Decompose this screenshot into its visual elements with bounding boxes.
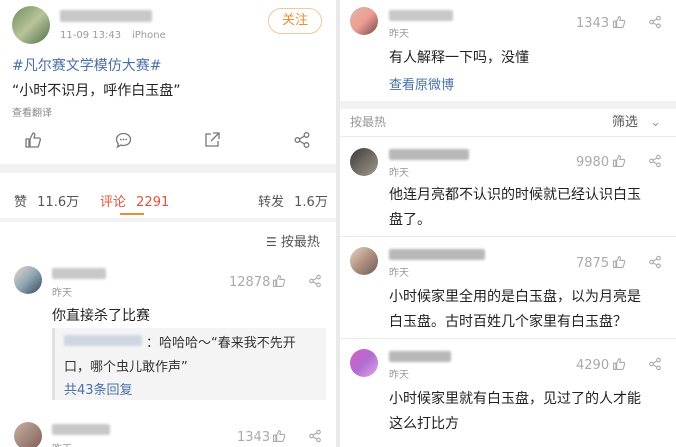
likes-stat[interactable]: 赞 11.6万	[14, 191, 79, 210]
reply-author-redacted	[64, 335, 142, 346]
comment-share-icon[interactable]	[308, 274, 322, 288]
comment-like-icon[interactable]	[272, 429, 286, 443]
post-device: iPhone	[132, 30, 166, 41]
comment-like-count: 7875	[576, 256, 610, 271]
filter-dropdown[interactable]: 筛选 ⌄	[612, 111, 661, 130]
comment-share-icon[interactable]	[308, 429, 322, 443]
sort-label: 按最热	[280, 235, 320, 250]
comment-text-line1: 他连月亮都不认识的时候就已经认识白玉	[389, 187, 641, 203]
comment-time: 昨天	[52, 440, 72, 447]
share-out-icon[interactable]	[203, 131, 221, 149]
comment-text-line2: 白玉盘。古时百姓几个家里有白玉盘？	[389, 314, 627, 330]
author-avatar[interactable]	[12, 6, 50, 44]
comment-time: 昨天	[389, 370, 409, 381]
post-content: “小时不识月，呼作白玉盘”	[12, 83, 181, 99]
divider	[340, 338, 676, 339]
commenter-name-redacted	[389, 351, 451, 362]
comment-detail-panel: 昨天 1343 有人解释一下吗，没懂 查看原微博 按最热 筛选 ⌄ 昨天 998…	[340, 0, 676, 447]
reply-count-link[interactable]: 共43条回复	[64, 379, 133, 398]
comment-share-icon[interactable]	[648, 255, 662, 269]
comment-time: 昨天	[389, 29, 409, 40]
like-icon[interactable]	[24, 131, 42, 149]
comment-like-count: 1343	[237, 430, 271, 445]
commenter-avatar[interactable]	[14, 422, 42, 447]
post-timestamp: 11-09 13:43	[60, 30, 122, 41]
divider	[0, 164, 336, 173]
commenter-avatar[interactable]	[350, 7, 378, 35]
commenter-name-redacted	[389, 249, 485, 260]
likes-label: 赞	[14, 195, 28, 210]
reply-text-line2: 口，哪个虫儿敢作声”	[64, 360, 188, 375]
post-hashtag[interactable]: #凡尔赛文学模仿大赛#	[12, 55, 161, 75]
comments-count: 2291	[136, 195, 170, 210]
comments-label: 评论	[100, 195, 127, 210]
weibo-post-panel: 11-09 13:43 iPhone 关注 #凡尔赛文学模仿大赛# “小时不识月…	[0, 0, 336, 447]
commenter-avatar[interactable]	[350, 349, 378, 377]
sort-toggle[interactable]: ☰ 按最热	[266, 231, 320, 250]
commenter-avatar[interactable]	[350, 247, 378, 275]
comment-share-icon[interactable]	[648, 154, 662, 168]
view-original-link[interactable]: 查看原微博	[389, 74, 454, 93]
divider	[340, 101, 676, 109]
commenter-name-redacted	[389, 149, 469, 160]
commenter-avatar[interactable]	[350, 148, 378, 176]
comment-like-icon[interactable]	[612, 357, 626, 371]
hot-sort-title: 按最热	[350, 115, 387, 129]
comment-text-line1: 小时候家里就有白玉盘，见过了的人才能	[389, 391, 641, 407]
comment-like-count: 4290	[576, 358, 610, 373]
author-name-redacted	[60, 10, 152, 22]
comment-time: 昨天	[389, 168, 409, 179]
share-icon[interactable]	[293, 131, 311, 149]
divider	[340, 136, 676, 137]
divider	[0, 218, 336, 222]
reply-quote-bar	[52, 328, 55, 400]
reposts-count: 1.6万	[294, 195, 328, 210]
comment-like-icon[interactable]	[272, 274, 286, 288]
comments-stat[interactable]: 评论 2291	[100, 191, 169, 210]
comments-active-underline	[120, 213, 144, 215]
comment-like-icon[interactable]	[612, 154, 626, 168]
comment-time: 昨天	[389, 268, 409, 279]
divider	[340, 236, 676, 237]
comment-like-icon[interactable]	[612, 255, 626, 269]
reposts-label: 转发	[258, 195, 285, 210]
comment-like-icon[interactable]	[612, 15, 626, 29]
comment-time: 昨天	[52, 288, 72, 299]
comment-text-line1: 小时候家里全用的是白玉盘，以为月亮是	[389, 289, 641, 305]
follow-button-label: 关注	[281, 13, 308, 28]
commenter-avatar[interactable]	[14, 266, 42, 294]
comment-icon[interactable]	[114, 131, 133, 150]
comment-text: 你直接杀了比赛	[52, 308, 150, 324]
chevron-down-icon: ⌄	[650, 115, 662, 130]
filter-label: 筛选	[612, 115, 639, 130]
reply-text-line1: ：哈哈哈～“春来我不先开	[146, 336, 296, 351]
comment-like-count: 1343	[576, 16, 610, 31]
comment-like-count: 9980	[576, 155, 610, 170]
follow-button[interactable]: 关注	[268, 8, 322, 34]
reposts-stat[interactable]: 转发 1.6万	[258, 191, 328, 210]
comment-like-count: 12878	[229, 275, 271, 290]
translate-link[interactable]: 查看翻译	[12, 104, 52, 119]
comment-text-line2: 这么打比方	[389, 416, 459, 432]
likes-count: 11.6万	[37, 195, 80, 210]
comment-text-line2: 盘了。	[389, 212, 431, 228]
sort-icon: ☰	[266, 235, 277, 249]
commenter-name-redacted	[389, 10, 453, 21]
comment-share-icon[interactable]	[648, 15, 662, 29]
comment-share-icon[interactable]	[648, 357, 662, 371]
commenter-name-redacted	[52, 268, 106, 279]
commenter-name-redacted	[52, 424, 110, 435]
comment-text: 有人解释一下吗，没懂	[389, 50, 529, 66]
